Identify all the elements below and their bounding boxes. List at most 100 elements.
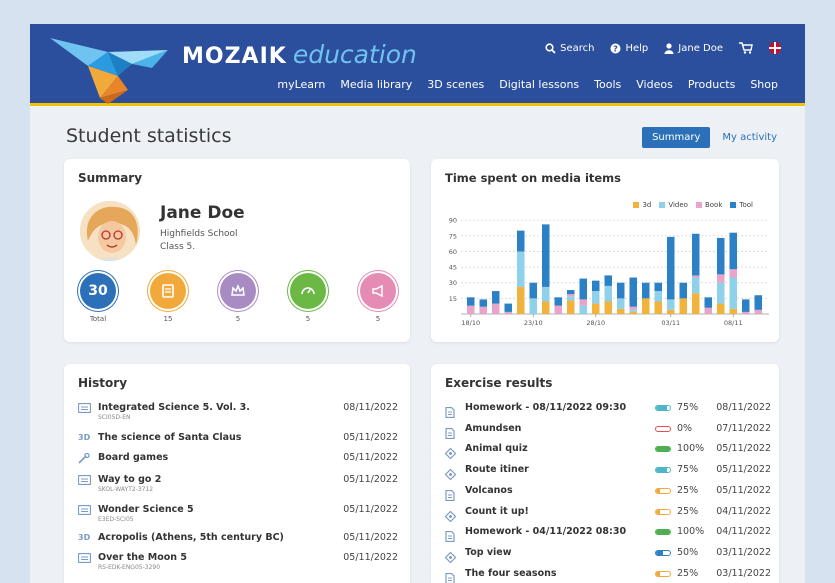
exercise-item-date: 04/11/2022 [716,505,771,517]
topbar: Search ? Help Jane Doe [545,42,781,54]
stat-3d-circle [220,273,256,309]
3d-icon: 3D [78,433,91,442]
chart-bar-segment [717,237,725,275]
cart-icon[interactable] [739,42,753,54]
history-item-name: Board games [98,452,169,463]
stat-total[interactable]: 30 Total [78,273,118,323]
chart-bar-segment [629,306,637,310]
chart-bar-segment [517,286,525,314]
nav-videos[interactable]: Videos [636,78,673,91]
history-item[interactable]: Over the Moon 5 RS-EDK-ENG05-3290 05/11/20… [77,552,398,574]
chart-x-tick-label: 18/10 [461,319,480,327]
exercise-item-date: 03/11/2022 [716,567,771,579]
exercise-item[interactable]: Route itiner 75% 05/11/2022 [444,464,771,484]
exercise-progress-bar [655,508,671,515]
exercise-item[interactable]: Homework - 04/11/2022 08:30 100% 04/11/202… [445,526,771,546]
chart-bar-segment [567,294,575,297]
user-icon [664,42,674,54]
search-icon [545,42,556,54]
chart-bar-segment [579,299,587,306]
document-icon [445,572,455,583]
history-title: History [78,376,128,390]
stat-exercises[interactable]: 5 [288,273,328,323]
avatar[interactable] [78,199,142,263]
stat-tools[interactable]: 5 [358,273,398,323]
book-icon [77,402,92,414]
svg-text:?: ? [614,44,619,53]
exercise-item[interactable]: The four seasons 25% 03/11/2022 [445,568,771,583]
wrench-icon [78,452,90,464]
history-item-code: SCI05D-EN [98,414,131,421]
exercise-item[interactable]: Count it up! 25% 04/11/2022 [444,505,771,526]
chart-x-tick-label: 08/11 [724,319,743,327]
history-item[interactable]: Wonder Science 5 E3ED-SCI05 05/11/2022 [77,504,398,526]
brand[interactable]: MOZAIK education [182,40,417,69]
chart-bar-segment [529,298,537,314]
exercise-item[interactable]: Top view 50% 03/11/2022 [444,546,771,567]
exercise-item[interactable]: Amundsen 0% 07/11/2022 [445,423,771,443]
exercise-item-percent: 100% [677,526,705,538]
exercise-progress-fill [656,550,663,555]
page-title: Student statistics [66,125,232,147]
exercise-progress-bar [655,467,671,474]
document-icon [445,406,455,419]
history-item[interactable]: 3D Acropolis (Athens, 5th century BC) 05/1… [78,532,398,554]
nav-shop[interactable]: Shop [750,78,778,91]
chart-bar-segment [704,297,712,308]
exercise-item-name: Animal quiz [465,443,528,455]
history-item-date: 05/11/2022 [343,474,398,485]
media-time-card: Time spent on media items 3d Video Book … [431,159,779,342]
exercise-item-date: 07/11/2022 [716,422,771,434]
nav-digital-lessons[interactable]: Digital lessons [499,78,579,91]
exercise-item[interactable]: Homework - 08/11/2022 09:30 75% 08/11/2022 [445,402,771,422]
student-name: Jane Doe [160,203,245,223]
chart-bar-segment [542,224,550,287]
stat-total-label: Total [89,315,107,323]
tab-my-activity[interactable]: My activity [718,127,781,148]
history-card: History Integrated Science 5. Vol. 3. SCI… [64,364,410,583]
3d-icon: 3D [78,533,91,542]
history-item[interactable]: Board games 05/11/2022 [78,452,398,474]
nav-mylearn[interactable]: myLearn [277,78,325,91]
document-icon [445,427,455,439]
brand-name: MOZAIK [182,44,287,69]
user-menu[interactable]: Jane Doe [664,43,723,54]
kingfisher-logo-icon[interactable] [48,32,178,104]
exercise-item[interactable]: Animal quiz 100% 05/11/2022 [444,443,771,463]
history-item[interactable]: Integrated Science 5. Vol. 3. SCI05D-EN 08… [77,402,398,424]
nav-products[interactable]: Products [688,78,736,91]
chart-y-tick-label: 60 [449,248,457,256]
stat-books[interactable]: 15 [148,273,188,323]
exercise-item-percent: 75% [677,402,699,413]
chart-bar-segment [642,282,650,299]
exercise-item-percent: 50% [677,546,699,558]
language-flag-icon[interactable] [769,42,781,54]
chart-bar-segment [654,301,662,314]
history-item[interactable]: 3D The science of Santa Claus 05/11/2022 [78,432,398,454]
chart-bar-segment [729,308,737,314]
chart-bar-segment [679,298,687,314]
history-item-name: Acropolis (Athens, 5th century BC) [98,532,284,543]
chart-bar-segment [579,305,587,314]
nav-3d-scenes[interactable]: 3D scenes [427,78,484,91]
exercise-item[interactable]: Volcanos 25% 05/11/2022 [445,485,771,505]
help-link[interactable]: ? Help [610,43,648,54]
stat-tools-label: 5 [375,315,381,323]
chart-bar-segment [654,282,662,292]
stat-3d[interactable]: 5 [218,273,258,323]
history-item-name: The science of Santa Claus [98,432,242,443]
history-item-name: Integrated Science 5. Vol. 3. [98,402,250,413]
search-link[interactable]: Search [545,43,594,54]
nav-tools[interactable]: Tools [594,78,621,91]
exercise-progress-fill [656,488,660,493]
app-frame: MOZAIK education Search ? Help Jane Doe … [30,24,805,583]
chart-bar-segment [667,309,675,314]
history-item-date: 05/11/2022 [343,504,398,515]
media-time-chart: 15 30 45 60 75 90 18/10 23/10 28/10 03/11 08/11 [449,217,769,327]
exercise-results-card: Exercise results Homework - 08/11/2022 0… [431,364,779,583]
history-item[interactable]: Way to go 2 SKOL-WAYT2-3712 05/11/2022 [77,474,398,496]
exercise-item-percent: 75% [677,464,699,476]
nav-media-library[interactable]: Media library [340,78,412,91]
tab-summary[interactable]: Summary [642,127,711,148]
exercise-progress-fill [656,447,670,452]
